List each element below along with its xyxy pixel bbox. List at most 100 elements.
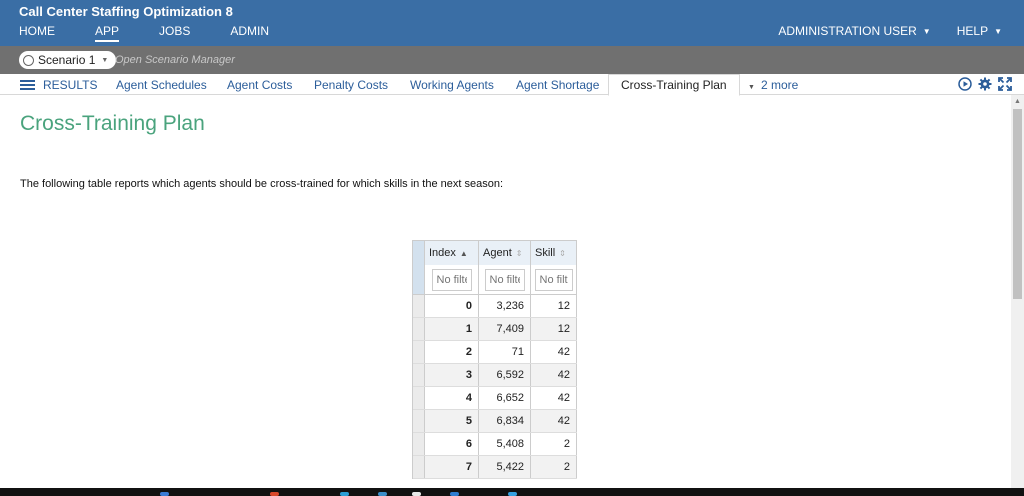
scenario-name: Scenario 1 [38, 53, 96, 67]
table-row[interactable]: 6 5,408 2 [413, 433, 577, 456]
row-selector[interactable] [413, 364, 425, 386]
tab-penalty-costs[interactable]: Penalty Costs [314, 78, 388, 92]
agent-cell: 6,834 [479, 410, 531, 432]
nav-home[interactable]: HOME [19, 24, 55, 42]
taskbar-app-icon[interactable] [340, 492, 349, 496]
column-header-label: Agent [483, 247, 512, 259]
scroll-up-icon[interactable]: ▲ [1014, 98, 1021, 105]
agent-cell: 3,236 [479, 295, 531, 317]
chevron-down-icon: ▼ [101, 56, 109, 64]
tab-working-agents[interactable]: Working Agents [410, 78, 494, 92]
row-selector[interactable] [413, 387, 425, 409]
nav-admin[interactable]: ADMIN [230, 24, 269, 42]
scenario-selector[interactable]: Scenario 1 ▼ [19, 51, 117, 69]
index-cell: 1 [425, 318, 479, 340]
vertical-scrollbar[interactable]: ▲ [1011, 95, 1024, 496]
table-body: 0 3,236 12 1 7,409 12 2 71 42 3 6,592 42 4 6,652 42 5 6,… [413, 295, 577, 479]
skill-cell: 12 [531, 295, 577, 317]
help-menu-label: HELP [956, 24, 989, 38]
index-cell: 0 [425, 295, 479, 317]
column-header-label: Skill [535, 247, 556, 259]
skill-cell: 42 [531, 341, 577, 363]
tab-agent-costs[interactable]: Agent Costs [227, 78, 292, 92]
table-row[interactable]: 1 7,409 12 [413, 318, 577, 341]
column-header-agent[interactable]: Agent ⇕ [479, 241, 531, 265]
table-row[interactable]: 2 71 42 [413, 341, 577, 364]
app-header: Call Center Staffing Optimization 8 HOME… [0, 0, 1024, 46]
agent-cell: 6,652 [479, 387, 531, 409]
taskbar-app-icon[interactable] [270, 492, 279, 496]
table-header-row: Index ▲ Agent ⇕ Skill ⇕ [413, 240, 577, 265]
table-row[interactable]: 7 5,422 2 [413, 456, 577, 479]
index-cell: 2 [425, 341, 479, 363]
results-tab-bar: RESULTS Agent Schedules Agent Costs Pena… [0, 74, 1024, 96]
more-tabs-label: 2 more [760, 78, 799, 92]
gear-icon[interactable] [978, 77, 992, 91]
scenario-bar: Scenario 1 ▼ Open Scenario Manager [0, 46, 1024, 74]
skill-cell: 12 [531, 318, 577, 340]
filter-row-selector [413, 265, 425, 294]
page-title: Cross-Training Plan [20, 112, 205, 135]
column-header-skill[interactable]: Skill ⇕ [531, 241, 577, 265]
skill-cell: 42 [531, 364, 577, 386]
taskbar-app-icon[interactable] [378, 492, 387, 496]
nav-app[interactable]: APP [95, 24, 120, 42]
row-selector-header [413, 241, 425, 265]
skill-cell: 42 [531, 387, 577, 409]
row-selector[interactable] [413, 410, 425, 432]
right-nav: ADMINISTRATION USER ▼ HELP ▼ [752, 24, 1002, 38]
table-row[interactable]: 5 6,834 42 [413, 410, 577, 433]
index-cell: 5 [425, 410, 479, 432]
play-icon[interactable] [958, 77, 972, 91]
help-menu[interactable]: HELP ▼ [957, 24, 1002, 38]
table-row[interactable]: 3 6,592 42 [413, 364, 577, 387]
taskbar-app-icon[interactable] [412, 492, 421, 496]
taskbar [0, 488, 1024, 496]
agent-cell: 5,408 [479, 433, 531, 455]
row-selector[interactable] [413, 318, 425, 340]
index-filter-input[interactable] [431, 268, 472, 291]
caret-down-icon: ▼ [922, 27, 931, 36]
skill-cell: 42 [531, 410, 577, 432]
table-row[interactable]: 4 6,652 42 [413, 387, 577, 410]
more-tabs-dropdown[interactable]: ▼ 2 more [748, 78, 798, 92]
scrollbar-thumb[interactable] [1013, 109, 1022, 299]
fullscreen-icon[interactable] [998, 77, 1012, 91]
agent-filter-input[interactable] [484, 268, 525, 291]
row-selector[interactable] [413, 341, 425, 363]
user-menu[interactable]: ADMINISTRATION USER ▼ [778, 24, 930, 38]
column-header-index[interactable]: Index ▲ [425, 241, 479, 265]
main-content: Cross-Training Plan The following table … [0, 95, 1011, 496]
caret-down-icon: ▼ [994, 27, 1002, 36]
results-label: RESULTS [43, 78, 98, 92]
taskbar-app-icon[interactable] [508, 492, 517, 496]
tab-cross-training-plan[interactable]: Cross-Training Plan [608, 74, 740, 96]
table-filter-row [413, 265, 577, 295]
open-scenario-manager-link[interactable]: Open Scenario Manager [115, 54, 235, 66]
index-cell: 7 [425, 456, 479, 478]
chevron-down-icon: ▼ [748, 84, 755, 91]
results-menu-button[interactable]: RESULTS [20, 78, 97, 92]
tab-tools [952, 77, 1012, 91]
app-title: Call Center Staffing Optimization 8 [19, 4, 233, 19]
tab-agent-shortage[interactable]: Agent Shortage [516, 78, 599, 92]
skill-cell: 2 [531, 433, 577, 455]
tab-agent-schedules[interactable]: Agent Schedules [116, 78, 207, 92]
row-selector[interactable] [413, 456, 425, 478]
nav-jobs[interactable]: JOBS [159, 24, 190, 42]
column-header-label: Index [429, 247, 456, 259]
sort-icon: ⇕ [559, 248, 566, 258]
table-row[interactable]: 0 3,236 12 [413, 295, 577, 318]
taskbar-app-icon[interactable] [450, 492, 459, 496]
cross-training-table: Index▲ Agent⇕ Skill⇕ 03,2361217,40912271… [412, 240, 577, 479]
sort-icon: ⇕ [515, 248, 523, 258]
row-selector[interactable] [413, 433, 425, 455]
agent-cell: 7,409 [479, 318, 531, 340]
skill-filter-input[interactable] [534, 268, 573, 291]
index-cell: 6 [425, 433, 479, 455]
agent-cell: 5,422 [479, 456, 531, 478]
row-selector[interactable] [413, 295, 425, 317]
taskbar-app-icon[interactable] [160, 492, 169, 496]
agent-cell: 71 [479, 341, 531, 363]
scenario-icon [23, 54, 34, 66]
